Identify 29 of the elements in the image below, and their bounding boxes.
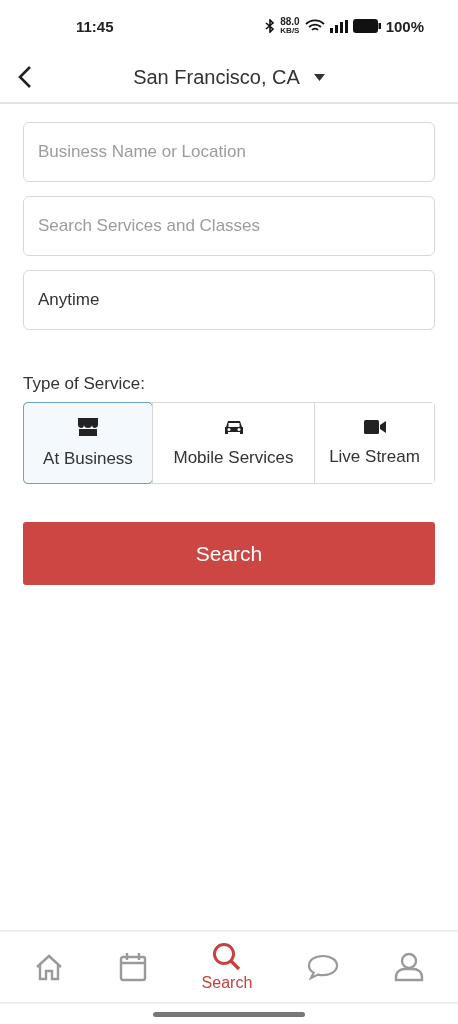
signal-icon (329, 19, 348, 33)
video-camera-icon (363, 419, 386, 435)
search-icon (211, 942, 242, 972)
profile-tab[interactable] (394, 952, 425, 982)
caret-icon (313, 73, 325, 81)
battery-icon (352, 19, 381, 33)
wifi-icon (304, 19, 325, 33)
search-field[interactable]: Search Services and Classes (23, 196, 435, 256)
service-type-label: Type of Service: (23, 374, 146, 394)
status-time: 11:45 (76, 17, 114, 35)
store-icon (77, 417, 99, 437)
speed-unit: KB/S (280, 27, 300, 35)
search-tab[interactable]: Search (201, 942, 253, 992)
service-type-option[interactable]: Live Stream (314, 403, 434, 483)
service-type-option[interactable]: At Business (24, 403, 152, 483)
location-dropdown[interactable]: San Francisco, CA (133, 65, 325, 89)
calendar-icon (118, 952, 147, 982)
calendar-tab[interactable] (118, 952, 147, 982)
time-field[interactable]: Anytime (23, 270, 435, 330)
chat-tab[interactable] (307, 954, 340, 980)
chat-icon (307, 954, 340, 980)
bluetooth-icon (265, 19, 276, 33)
back-icon[interactable] (18, 65, 32, 89)
search-button[interactable]: Search (23, 522, 435, 585)
network-speed: 88.0 (280, 17, 300, 27)
search-field[interactable]: Business Name or Location (23, 122, 435, 182)
profile-icon (394, 952, 425, 982)
battery-level: 100% (385, 17, 424, 35)
car-icon (223, 418, 244, 436)
